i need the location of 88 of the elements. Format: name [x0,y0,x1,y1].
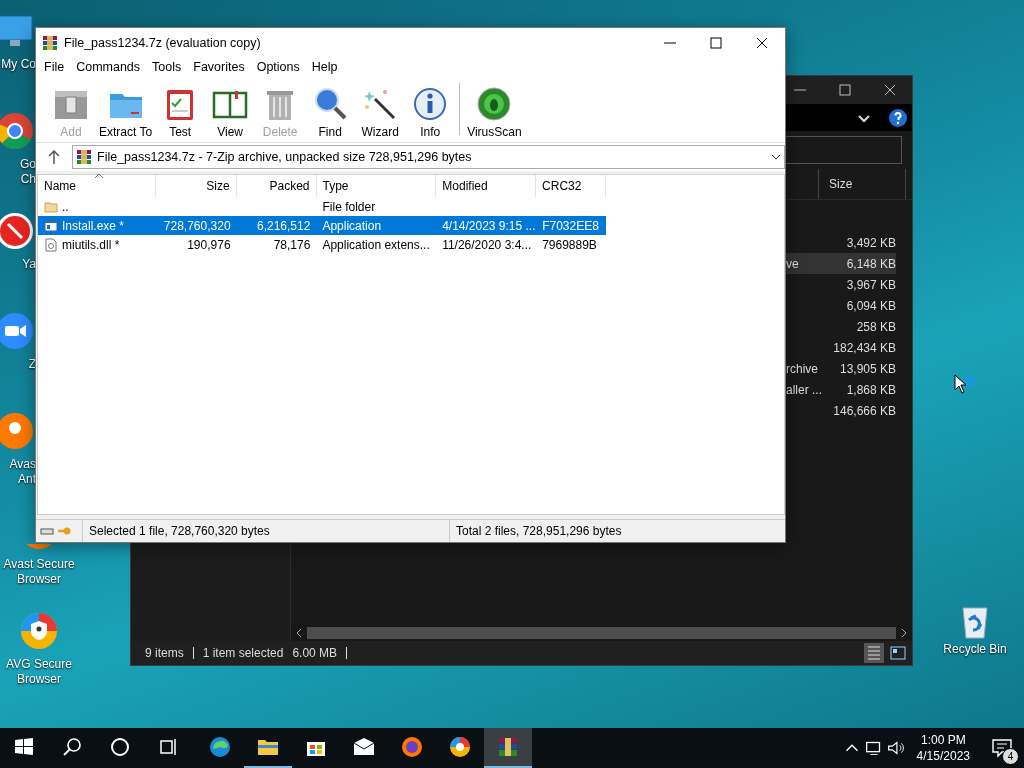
file-size: 182,434 KB [832,340,896,355]
menu-item[interactable]: Commands [70,60,147,74]
packed-size: 78,176 [273,237,311,252]
icon-label: Browser [17,572,61,587]
file-name[interactable]: .. [62,199,69,214]
file-name[interactable]: Install.exe * [62,218,125,233]
browser-icon [400,735,424,759]
status-text: Selected 1 file, 728,760,320 bytes [89,524,270,538]
notifications-icon[interactable] [990,736,1014,760]
checksum: F7032EE8 [542,218,599,233]
file-size: 146,666 KB [832,403,896,418]
column-header[interactable]: Size [155,175,237,197]
browser-icon [448,735,472,759]
column-header[interactable]: Packed [236,175,317,197]
icon-label: Avast Secure [3,557,75,572]
browser-icon[interactable] [18,610,60,652]
status-text: 9 items [145,646,185,660]
video-app-icon[interactable] [0,310,36,352]
archive-app-icon [496,735,520,759]
browser-icon[interactable] [0,210,36,252]
icon-label: Z [28,357,36,372]
menu-item[interactable]: File [38,60,71,74]
column-header[interactable]: Type [316,175,437,197]
file-size: 3,967 KB [845,277,896,292]
toolbar-button[interactable]: Test [155,85,206,139]
application-icon [44,218,58,233]
file-size: 13,905 KB [838,361,896,376]
file-size: 190,976 [187,237,231,252]
file-size: 728,760,320 [163,218,231,233]
file-name: aller ... [786,382,823,397]
toolbar-button[interactable]: Extract To [96,85,156,139]
icon-label: Ch [20,172,36,187]
status-text: 1 item selected [202,646,285,660]
address-field[interactable]: File_pass1234.7z - 7-Zip archive, unpacked size 728,951,296 bytes [72,145,785,169]
file-size: 3,492 KB [845,235,896,250]
menu-item[interactable]: Help [305,60,344,74]
toolbar-button[interactable]: Wizard [355,85,406,139]
icon-label: Go [20,157,36,172]
file-name: rchive [786,361,819,376]
circle-icon [108,735,132,759]
column-header[interactable]: Modified [436,175,537,197]
icon-label: Ya [22,257,36,272]
checksum: 7969889B [542,237,597,252]
icon-label: Ant [18,472,36,487]
toolbar-button[interactable]: VirusScan [464,85,525,139]
menu-item[interactable]: Tools [146,60,188,74]
file-size: 258 KB [855,319,896,334]
shield-app-icon[interactable] [0,410,36,452]
taskbar-button[interactable] [484,728,532,768]
sort-caret-icon [94,173,104,179]
icon-label: Avas [9,457,36,472]
clock-time[interactable]: 1:00 PM [920,732,966,748]
icon-label: Browser [17,672,61,687]
file-type: File folder [322,199,376,214]
modified-date: 11/26/2020 3:4... [442,237,532,252]
column-header[interactable]: Name [38,175,156,197]
toolbar-button[interactable]: Find [305,85,356,139]
browser-icon[interactable] [0,110,36,152]
file-size: 6,094 KB [845,298,896,313]
status-text: Total 2 files, 728,951,296 bytes [455,524,622,538]
icon-label: My Co [1,57,36,72]
icon-label: AVG Secure [6,657,72,672]
menu-item[interactable]: Options [250,60,306,74]
window-title: File_pass1234.7z (evaluation copy) [64,35,262,50]
file-name[interactable]: miutils.dll * [62,237,120,252]
column-header[interactable]: Size [818,169,906,199]
file-size: 1,868 KB [845,382,896,397]
file-type: Application [322,218,382,233]
icon-label: Recycle Bin [943,642,1007,657]
toolbar-button[interactable]: View [205,85,256,139]
app-logo-icon [42,34,58,51]
browser-icon [208,735,232,759]
scrollbar-thumb[interactable] [307,627,896,639]
selected-row[interactable]: Install.exe * 728,760,320 6,216,512 Application 4/14/2023 9:15 ... F7032EE8 [38,216,606,235]
toolbar-button[interactable]: Info [405,85,456,139]
column-header[interactable]: CRC32 [536,175,606,197]
file-size: 6,148 KB [845,256,896,271]
selected-row[interactable]: ve 6,148 KB [786,253,896,274]
clock-date[interactable]: 4/15/2023 [916,748,970,764]
file-name: ve [786,256,800,271]
notification-count: 4 [1002,748,1019,765]
status-text: 6.00 MB [292,646,339,660]
folder-icon [44,199,58,214]
archive-icon [76,149,92,165]
menu-item[interactable]: Favorites [187,60,251,74]
packed-size: 6,216,512 [257,218,311,233]
file-type: Application extens... [322,237,430,252]
modified-date: 4/14/2023 9:15 ... [442,218,536,233]
